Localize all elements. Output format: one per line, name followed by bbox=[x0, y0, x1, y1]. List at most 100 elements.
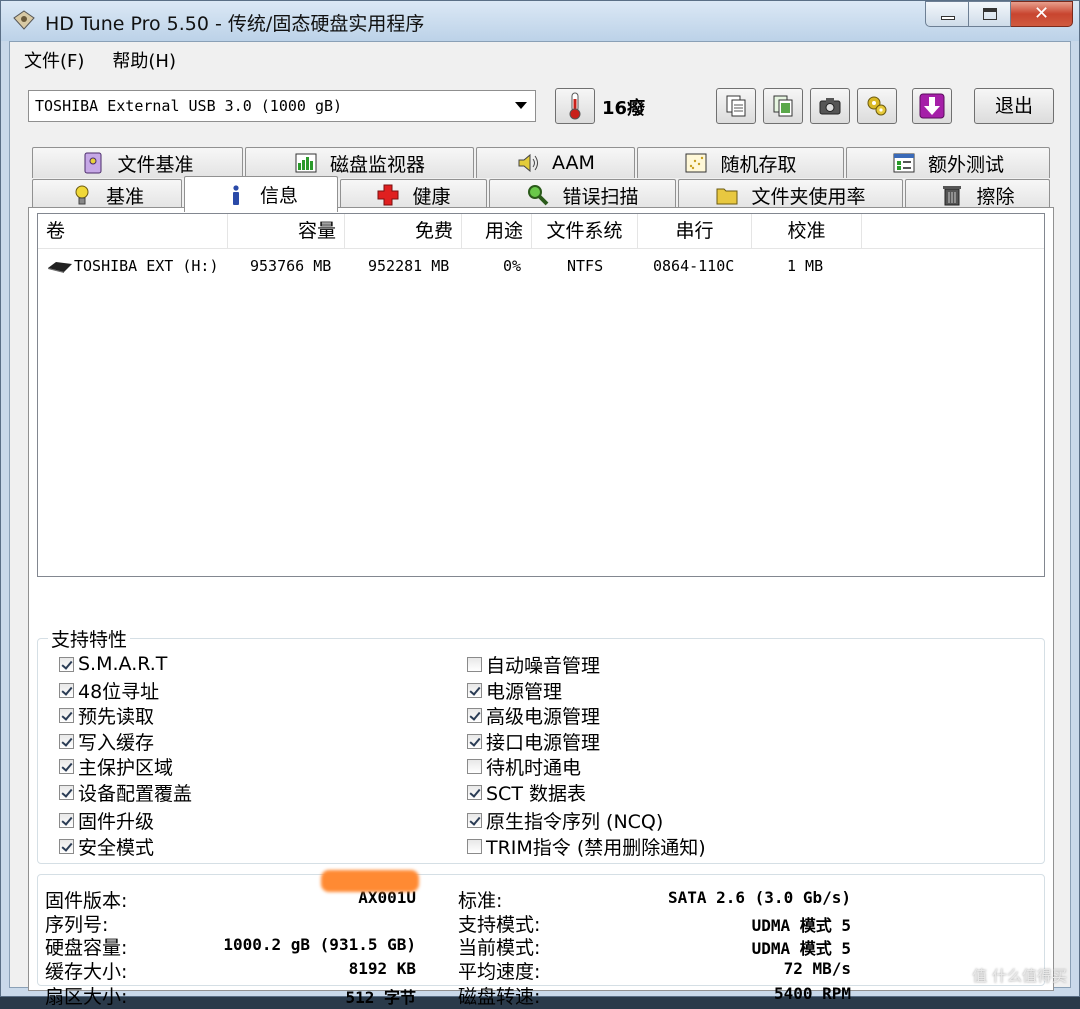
checkbox-checked-icon[interactable] bbox=[467, 682, 482, 698]
lightbulb-icon bbox=[75, 185, 89, 205]
feature-checkbox[interactable]: 原生指令序列 (NCQ) bbox=[467, 808, 663, 833]
copy-all-icon bbox=[773, 95, 793, 117]
checkbox-checked-icon[interactable] bbox=[59, 733, 74, 749]
checkbox-checked-icon[interactable] bbox=[59, 758, 74, 774]
checkbox-checked-icon[interactable] bbox=[59, 812, 74, 828]
feature-checkbox[interactable]: TRIM指令 (禁用删除通知) bbox=[467, 834, 706, 859]
cell-free: 952281 MB bbox=[368, 257, 450, 275]
detail-value: SATA 2.6 (3.0 Gb/s) bbox=[667, 888, 851, 907]
tab-label: 随机存取 bbox=[720, 153, 797, 176]
tab-health[interactable]: 健康 bbox=[340, 179, 487, 210]
thermometer-icon bbox=[569, 92, 581, 120]
screenshot-button[interactable] bbox=[810, 88, 850, 124]
copy-info-icon bbox=[726, 95, 746, 117]
tab-disk-monitor[interactable]: 磁盘监视器 bbox=[245, 147, 474, 178]
feature-checkbox[interactable]: 固件升级 bbox=[59, 808, 154, 833]
checkbox-checked-icon[interactable] bbox=[467, 733, 482, 749]
close-button[interactable]: ✕ bbox=[1011, 1, 1073, 27]
options-button[interactable] bbox=[857, 88, 897, 124]
col-filesystem[interactable]: 文件系统 bbox=[532, 214, 638, 248]
col-volume[interactable]: 卷 bbox=[38, 214, 228, 248]
detail-value: 72 MB/s bbox=[783, 959, 851, 978]
checkbox-checked-icon[interactable] bbox=[467, 707, 482, 723]
checkbox-checked-icon[interactable] bbox=[59, 656, 74, 672]
feature-checkbox[interactable]: 预先读取 bbox=[59, 703, 155, 728]
menu-help[interactable]: 帮助(H) bbox=[98, 47, 190, 73]
checkbox-checked-icon[interactable] bbox=[467, 812, 482, 828]
exit-button[interactable]: 退出 bbox=[974, 88, 1054, 124]
copy-info-button[interactable] bbox=[716, 88, 756, 124]
col-capacity[interactable]: 容量 bbox=[228, 214, 345, 248]
feature-label: 高级电源管理 bbox=[486, 705, 601, 728]
feature-checkbox[interactable]: 主保护区域 bbox=[59, 754, 173, 779]
detail-label: 磁盘转速: bbox=[458, 986, 541, 1008]
detail-label: 当前模式: bbox=[458, 937, 541, 959]
copy-all-button[interactable] bbox=[763, 88, 803, 124]
tab-label: 擦除 bbox=[976, 185, 1015, 208]
feature-label: TRIM指令 (禁用删除通知) bbox=[486, 836, 706, 859]
options-icon bbox=[867, 96, 887, 116]
feature-checkbox[interactable]: 自动噪音管理 bbox=[467, 652, 600, 677]
feature-label: 预先读取 bbox=[78, 705, 155, 728]
watermark: 值 什么值得买 bbox=[972, 967, 1067, 985]
drive-select-value: TOSHIBA External USB 3.0 (1000 gB) bbox=[35, 97, 343, 115]
tab-error-scan[interactable]: 错误扫描 bbox=[489, 179, 676, 210]
minimize-button[interactable] bbox=[925, 1, 969, 27]
tab-aam[interactable]: AAM bbox=[476, 147, 635, 178]
title-bar[interactable]: HD Tune Pro 5.50 - 传统/固态硬盘实用程序 ✕ bbox=[1, 1, 1079, 41]
checkbox-checked-icon[interactable] bbox=[59, 682, 74, 698]
temperature-value: 16癈 bbox=[602, 98, 646, 119]
feature-checkbox[interactable]: S.M.A.R.T bbox=[59, 652, 167, 676]
tab-folder-usage[interactable]: 文件夹使用率 bbox=[678, 179, 903, 210]
cell-usage: 0% bbox=[503, 257, 522, 275]
tab-extra-tests[interactable]: 额外测试 bbox=[846, 147, 1050, 178]
checkbox-checked-icon[interactable] bbox=[59, 784, 74, 800]
feature-checkbox[interactable]: 高级电源管理 bbox=[467, 703, 601, 728]
toolbar: TOSHIBA External USB 3.0 (1000 gB) 16癈 退… bbox=[10, 80, 1070, 140]
feature-checkbox[interactable]: 待机时通电 bbox=[467, 754, 581, 779]
col-serial[interactable]: 串行 bbox=[638, 214, 752, 248]
feature-checkbox[interactable]: 接口电源管理 bbox=[467, 729, 600, 754]
tab-label: 基准 bbox=[105, 185, 144, 208]
feature-checkbox[interactable]: 48位寻址 bbox=[59, 678, 159, 703]
checkbox-checked-icon[interactable] bbox=[59, 707, 74, 723]
detail-label: 标准: bbox=[458, 890, 503, 912]
col-free[interactable]: 免费 bbox=[345, 214, 462, 248]
tab-label: 错误扫描 bbox=[562, 185, 639, 208]
cell-volume: TOSHIBA EXT (H:) bbox=[74, 257, 219, 275]
col-usage[interactable]: 用途 bbox=[462, 214, 532, 248]
feature-checkbox[interactable]: 设备配置覆盖 bbox=[59, 780, 192, 805]
tab-erase[interactable]: 擦除 bbox=[905, 179, 1050, 210]
app-logo-icon bbox=[13, 10, 35, 30]
feature-checkbox[interactable]: 安全模式 bbox=[59, 834, 154, 859]
checkbox-checked-icon[interactable] bbox=[467, 784, 482, 800]
tab-random-access[interactable]: 随机存取 bbox=[637, 147, 844, 178]
info-panel: 卷 容量 免费 用途 文件系统 串行 校准 TOSHIBA EXT (H:) 9… bbox=[28, 207, 1054, 1008]
tab-info[interactable]: 信息 bbox=[184, 176, 338, 212]
drive-select[interactable]: TOSHIBA External USB 3.0 (1000 gB) bbox=[28, 90, 536, 122]
tab-label: AAM bbox=[552, 152, 595, 174]
tab-benchmark[interactable]: 基准 bbox=[32, 179, 182, 210]
checkbox-checked-icon[interactable] bbox=[59, 838, 74, 854]
features-title: 支持特性 bbox=[48, 625, 131, 652]
checkbox-unchecked-icon[interactable] bbox=[467, 656, 482, 672]
save-button[interactable] bbox=[912, 88, 952, 124]
extra-tests-icon bbox=[893, 153, 915, 173]
table-row[interactable]: TOSHIBA EXT (H:) 953766 MB 952281 MB 0% … bbox=[38, 252, 1044, 280]
feature-checkbox[interactable]: 写入缓存 bbox=[59, 729, 154, 754]
detail-label: 平均速度: bbox=[458, 961, 541, 983]
tabs-row-top: 文件基准 磁盘监视器 AAM 随机存取 额外测试 bbox=[32, 147, 1050, 178]
volume-list[interactable]: 卷 容量 免费 用途 文件系统 串行 校准 TOSHIBA EXT (H:) 9… bbox=[37, 213, 1045, 577]
tab-label: 信息 bbox=[259, 185, 298, 207]
drive-icon bbox=[48, 262, 72, 273]
checkbox-unchecked-icon[interactable] bbox=[467, 838, 482, 854]
feature-checkbox[interactable]: SCT 数据表 bbox=[467, 780, 586, 805]
temperature-button[interactable] bbox=[555, 88, 595, 124]
checkbox-unchecked-icon[interactable] bbox=[467, 758, 482, 774]
menu-file[interactable]: 文件(F) bbox=[10, 47, 98, 73]
tab-file-benchmark[interactable]: 文件基准 bbox=[32, 147, 243, 178]
feature-label: S.M.A.R.T bbox=[78, 653, 168, 675]
feature-checkbox[interactable]: 电源管理 bbox=[467, 678, 562, 703]
maximize-button[interactable] bbox=[969, 1, 1011, 27]
col-cluster[interactable]: 校准 bbox=[752, 214, 862, 248]
